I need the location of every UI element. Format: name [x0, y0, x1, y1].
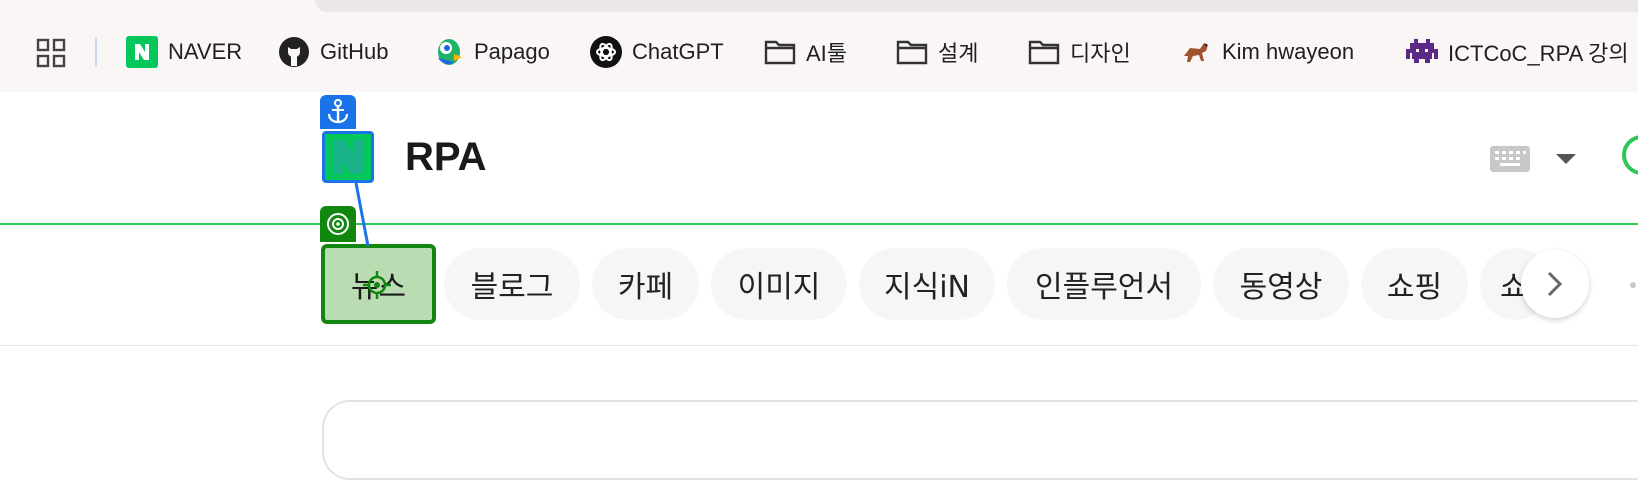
- bookmark-github[interactable]: GitHub: [278, 36, 388, 68]
- bookmark-label: AI툴: [806, 41, 848, 66]
- tab-video[interactable]: 동영상: [1213, 248, 1349, 320]
- papago-icon: [432, 36, 464, 68]
- tab-label: 동영상: [1239, 270, 1323, 305]
- bookmark-folder-design[interactable]: 디자인: [1028, 36, 1131, 68]
- bookmark-label: 디자인: [1070, 41, 1131, 66]
- bookmark-label: Kim hwayeon: [1222, 39, 1355, 64]
- tab-label: 지식iN: [884, 270, 970, 305]
- bookmark-papago[interactable]: Papago: [432, 36, 550, 68]
- keyboard-icon[interactable]: [1490, 146, 1530, 172]
- bookmark-kim-hwayeon[interactable]: Kim hwayeon: [1180, 36, 1354, 68]
- bookmarks-bar: NAVER GitHub Papago ChatGPT AI툴 설계 디자인 K…: [0, 30, 1638, 74]
- tab-kin[interactable]: 지식iN: [859, 248, 995, 320]
- crosshair-icon: [361, 269, 393, 301]
- bookmark-label: GitHub: [320, 39, 389, 64]
- tabs-next-button[interactable]: [1521, 250, 1589, 318]
- tab-label: 쇼핑: [1386, 270, 1443, 305]
- folder-icon: [1028, 36, 1060, 68]
- overflow-dot: [1630, 282, 1636, 288]
- apps-grid-icon[interactable]: [36, 38, 66, 68]
- tab-shopping[interactable]: 쇼핑: [1361, 248, 1468, 320]
- tab-label: 카페: [617, 270, 674, 305]
- target-icon: [320, 206, 356, 242]
- address-bar[interactable]: [315, 0, 1638, 12]
- bookmark-label: NAVER: [168, 39, 243, 64]
- bookmark-label: ICTCoC_RPA 강의: [1448, 41, 1629, 66]
- search-tabs: 뉴스 블로그 카페 이미지 지식iN 인플루언서 동영상 쇼핑 쇼: [0, 225, 1638, 346]
- tab-blog[interactable]: 블로그: [444, 248, 580, 320]
- tab-label: 이미지: [737, 270, 821, 305]
- chatgpt-icon: [590, 36, 622, 68]
- naver-logo[interactable]: [322, 131, 374, 183]
- bookmark-folder-design-plan[interactable]: 설계: [896, 36, 978, 68]
- search-header: [0, 92, 1638, 225]
- bookmark-naver[interactable]: NAVER: [126, 36, 242, 68]
- bookmark-chatgpt[interactable]: ChatGPT: [590, 36, 724, 68]
- tab-image[interactable]: 이미지: [711, 248, 847, 320]
- browser-chrome: NAVER GitHub Papago ChatGPT AI툴 설계 디자인 K…: [0, 0, 1638, 93]
- horse-icon: [1180, 36, 1212, 68]
- naver-icon: [126, 36, 158, 68]
- search-query[interactable]: RPA: [405, 135, 486, 180]
- tab-influencer[interactable]: 인플루언서: [1007, 248, 1201, 320]
- tab-cafe[interactable]: 카페: [592, 248, 699, 320]
- tab-label: 인플루언서: [1035, 270, 1173, 305]
- results-card: [322, 400, 1638, 480]
- tab-label: 블로그: [470, 270, 554, 305]
- bookmark-ictcoc-rpa[interactable]: ICTCoC_RPA 강의: [1406, 36, 1629, 68]
- space-invader-icon: [1406, 36, 1438, 68]
- chevron-down-icon[interactable]: [1554, 150, 1578, 168]
- bookmark-label: 설계: [938, 41, 979, 66]
- github-icon: [278, 36, 310, 68]
- folder-icon: [764, 36, 796, 68]
- bookmarks-divider: [95, 37, 97, 67]
- anchor-icon: [320, 95, 356, 129]
- bookmark-label: ChatGPT: [632, 39, 724, 64]
- bookmark-folder-ai-tools[interactable]: AI툴: [764, 36, 847, 68]
- folder-icon: [896, 36, 928, 68]
- chevron-right-icon: [1547, 271, 1563, 297]
- bookmark-label: Papago: [474, 39, 550, 64]
